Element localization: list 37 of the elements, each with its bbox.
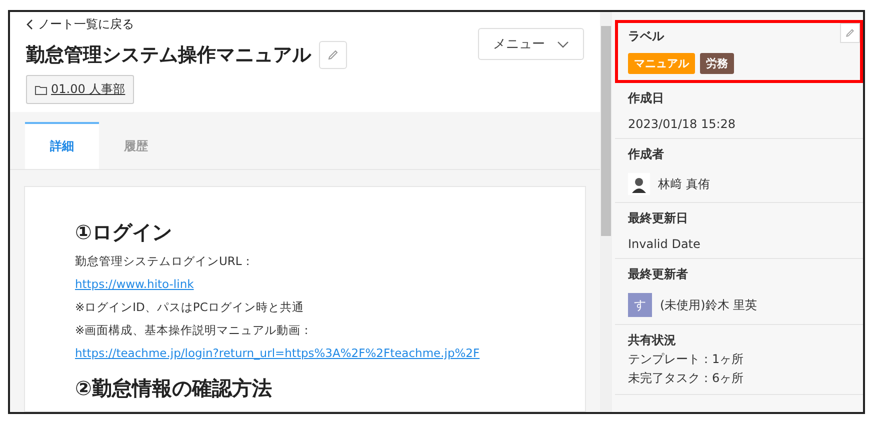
pencil-icon <box>327 49 339 61</box>
field-value: 2023/01/18 15:28 <box>628 117 737 131</box>
menu-button[interactable]: メニュー <box>478 28 584 60</box>
tab[interactable]: 詳細 <box>25 122 99 169</box>
chevron-down-icon <box>557 40 569 48</box>
user-name: 林﨑 真侑 <box>658 176 710 192</box>
field-title: 最終更新者 <box>628 266 689 283</box>
edit-labels-button[interactable] <box>840 23 860 43</box>
body-text: ※ログインID、パスはPCログイン時と共通 <box>75 299 305 316</box>
section-heading: ②勤怠情報の確認方法 <box>75 375 273 402</box>
chevron-left-icon <box>26 19 33 30</box>
avatar-picture <box>628 173 650 195</box>
field-title: 最終更新日 <box>628 210 689 227</box>
field-title: 作成者 <box>628 146 665 163</box>
note-title: 勤怠管理システム操作マニュアル <box>26 43 311 68</box>
url-link[interactable]: https://teachme.jp/login?return_url=https%3A%2F%2Fteachme.jp%2F <box>75 342 565 365</box>
scrollbar[interactable] <box>600 12 612 412</box>
back-link[interactable]: ノート一覧に戻る <box>26 16 134 33</box>
edit-title-button[interactable] <box>319 41 347 69</box>
body-text: 勤怠管理システムログインURL： https://www.hito-link <box>75 250 565 296</box>
field-title: 共有状況 <box>628 332 677 349</box>
field-value: 未完了タスク：6ヶ所 <box>628 370 745 387</box>
user-name: (未使用)鈴木 里英 <box>660 296 758 314</box>
url-link[interactable]: https://www.hito-link <box>75 273 565 296</box>
folder-button[interactable]: 01.00 人事部 <box>26 75 134 104</box>
folder-icon <box>35 84 47 94</box>
body-text: ※画面構成、基本操作説明マニュアル動画： https://teachme.jp/login?return_url=https%3A%2F%2Fteachme.jp%2F <box>75 319 565 365</box>
field-value: テンプレート：1ヶ所 <box>628 351 745 368</box>
folder-link[interactable]: 01.00 人事部 <box>51 81 126 98</box>
label-tag: 労務 <box>700 53 734 74</box>
avatar-initial: す <box>628 293 652 317</box>
field-value: Invalid Date <box>628 237 702 251</box>
section-heading: ①ログイン <box>75 219 173 246</box>
pencil-icon <box>845 28 855 38</box>
field-title: 作成日 <box>628 90 665 107</box>
label-tag: マニュアル <box>628 53 695 74</box>
field-title: ラベル <box>628 28 666 45</box>
